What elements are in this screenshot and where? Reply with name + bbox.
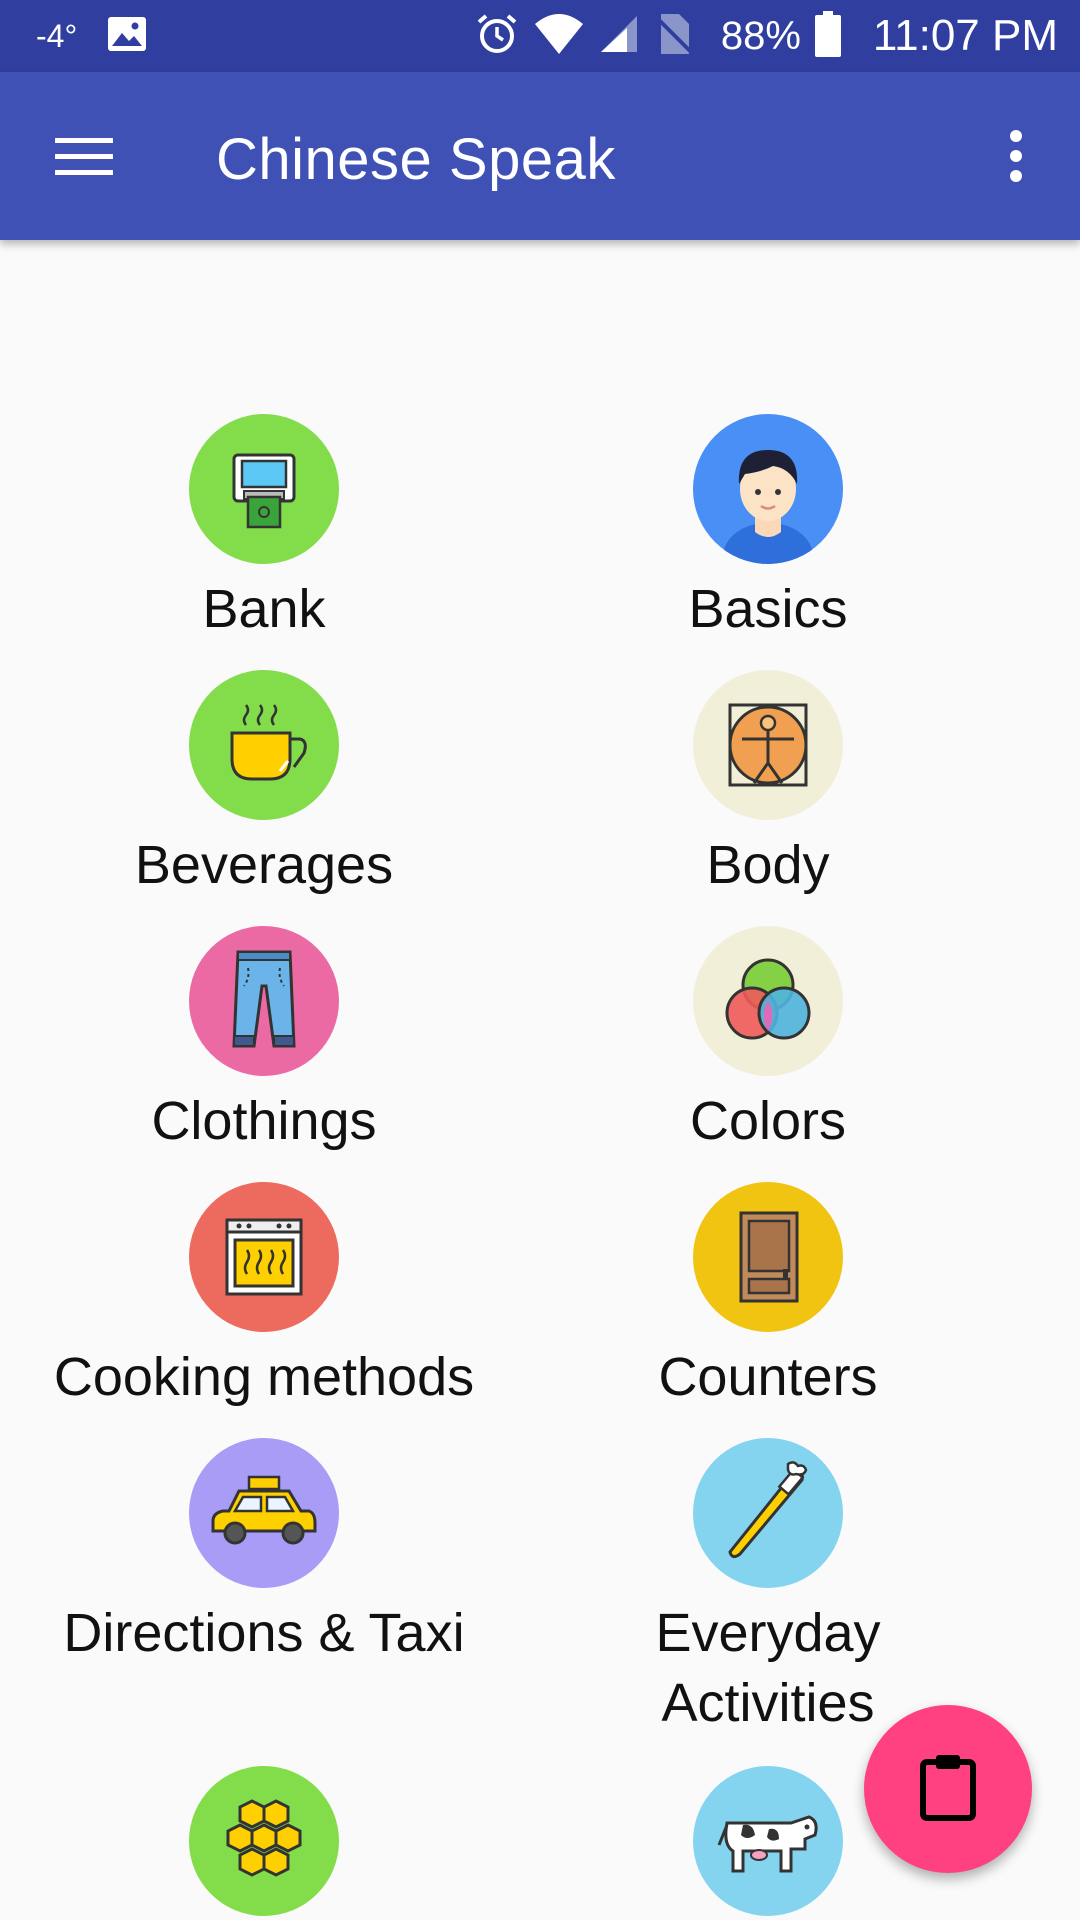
- category-label: Colors: [689, 1091, 847, 1151]
- category-label: Basics: [688, 579, 848, 639]
- clock-text: 11:07 PM: [872, 11, 1058, 60]
- battery-percent-text: 88%: [720, 13, 801, 58]
- category-label: Clothings: [151, 1091, 377, 1151]
- category-directions-taxi[interactable]: Directions & Taxi: [4, 1438, 524, 1668]
- toothbrush-icon: [693, 1438, 843, 1588]
- app-bar: Chinese Speak: [0, 72, 1080, 240]
- oven-icon: [189, 1182, 339, 1332]
- hamburger-menu-icon[interactable]: [34, 112, 134, 200]
- status-bar: -4° 88% 11:07 PM: [0, 0, 1080, 72]
- category-label: Everyday Activities: [655, 1603, 881, 1733]
- category-label: Counters: [658, 1347, 878, 1407]
- vitruvian-man-icon: [693, 670, 843, 820]
- clipboard-fab-button[interactable]: [864, 1705, 1032, 1873]
- jeans-icon: [189, 926, 339, 1076]
- category-cooking-methods[interactable]: Cooking methods: [4, 1182, 524, 1412]
- category-colors[interactable]: Colors: [508, 926, 1028, 1156]
- signal-icon: [599, 14, 639, 59]
- category-label: Beverages: [134, 835, 394, 895]
- temperature-text: -4°: [36, 17, 78, 54]
- category-basics[interactable]: Basics: [508, 414, 1028, 644]
- category-body[interactable]: Body: [508, 670, 1028, 900]
- category-clothings[interactable]: Clothings: [4, 926, 524, 1156]
- cow-icon: [693, 1766, 843, 1916]
- category-label: Cooking methods: [53, 1347, 475, 1407]
- battery-icon: [814, 10, 841, 62]
- atm-icon: [189, 414, 339, 564]
- category-grid: Bank Basics Beverages Body Clothings Col…: [0, 240, 1080, 1920]
- app-title: Chinese Speak: [216, 127, 616, 192]
- taxi-icon: [189, 1438, 339, 1588]
- category-item[interactable]: [4, 1766, 524, 1920]
- coffee-cup-icon: [189, 670, 339, 820]
- color-circles-icon: [693, 926, 843, 1076]
- category-label: Bank: [202, 579, 326, 639]
- wifi-icon: [533, 12, 585, 61]
- category-label: Directions & Taxi: [63, 1603, 465, 1663]
- clipboard-icon: [918, 1752, 978, 1827]
- image-icon: [107, 16, 147, 57]
- category-label: Body: [706, 835, 830, 895]
- alarm-icon: [475, 12, 519, 61]
- person-icon: [693, 414, 843, 564]
- door-icon: [693, 1182, 843, 1332]
- category-everyday-activities[interactable]: Everyday Activities: [508, 1438, 1028, 1738]
- category-bank[interactable]: Bank: [4, 414, 524, 644]
- honeycomb-icon: [189, 1766, 339, 1916]
- more-vert-icon[interactable]: [986, 116, 1046, 196]
- category-counters[interactable]: Counters: [508, 1182, 1028, 1412]
- category-beverages[interactable]: Beverages: [4, 670, 524, 900]
- no-sim-icon: [653, 12, 693, 61]
